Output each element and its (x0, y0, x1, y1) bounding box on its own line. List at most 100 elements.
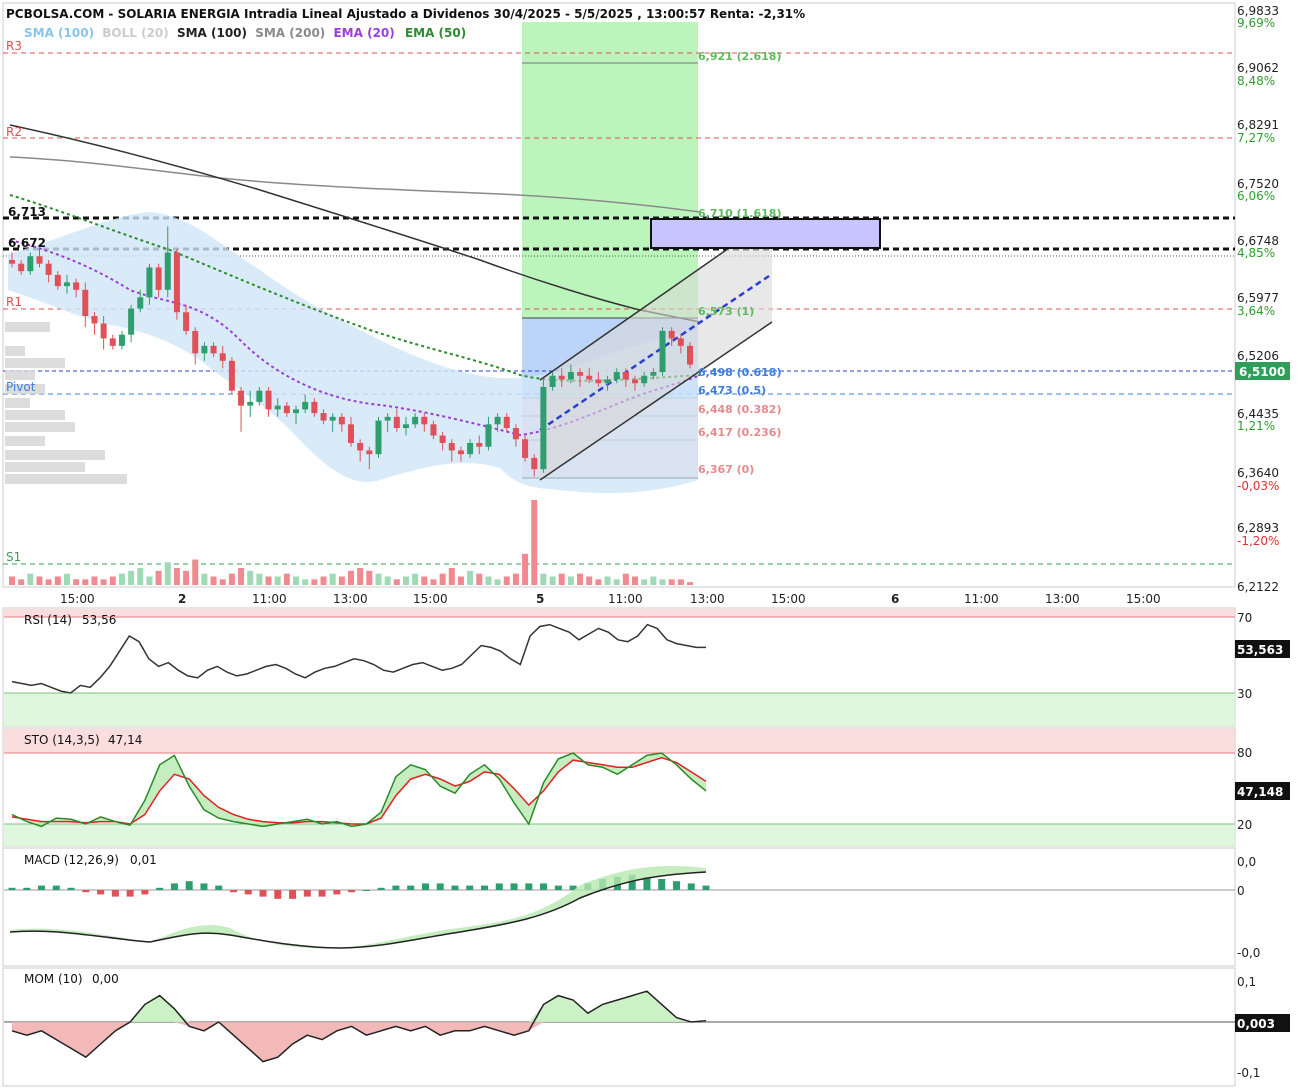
macd-histogram-bar (481, 885, 489, 890)
volume-bar (659, 579, 666, 585)
candle (91, 315, 98, 324)
price-tick: 6,2893 (1237, 521, 1279, 535)
volume-bar (512, 573, 519, 585)
macd-histogram-bar (495, 883, 503, 890)
macd-histogram-bar (141, 890, 149, 895)
volume-bar (329, 573, 336, 585)
macd-histogram-bar (156, 887, 164, 890)
legend-sma-100: SMA (100) (177, 26, 247, 40)
macd-histogram-bar (215, 885, 223, 890)
macd-histogram-bar (540, 883, 548, 890)
time-tick: 6 (891, 592, 899, 606)
volume-bar (183, 570, 190, 585)
macd-tick: -0,0 (1237, 946, 1260, 960)
volume-bar (448, 568, 455, 585)
fib-label-2618: 6,921 (2.618) (698, 50, 781, 63)
sto-tick: 20 (1237, 818, 1252, 832)
candle (677, 338, 684, 346)
volume-bar (586, 576, 593, 585)
candle (522, 439, 529, 458)
macd-histogram-bar (348, 890, 356, 893)
macd-histogram-bar (510, 883, 518, 890)
candle (659, 330, 666, 373)
candle (54, 274, 61, 287)
volume-bar (210, 576, 217, 585)
candle (402, 424, 409, 429)
volume-bar (375, 573, 382, 585)
candle (641, 375, 648, 384)
volume-bar (27, 573, 34, 585)
legend-ema-50: EMA (50) (405, 26, 466, 40)
sto-tick: 80 (1237, 746, 1252, 760)
pct-tick: 9,69% (1237, 16, 1275, 30)
candle (329, 416, 336, 421)
macd-histogram-bar (244, 890, 252, 895)
volume-bar (201, 573, 208, 585)
volume-bar (228, 573, 235, 585)
candle (503, 416, 510, 429)
candle (238, 390, 245, 406)
macd-tick: 0,0 (1237, 855, 1256, 869)
volume-bar (238, 568, 245, 585)
candle (457, 450, 464, 455)
volume-bar (485, 576, 492, 585)
rsi-panel: RSI (14) 53,56 70 30 53,563 (2, 607, 1290, 727)
pct-tick: -0,03% (1237, 479, 1279, 493)
volume-bar (9, 576, 15, 585)
volume-bar (494, 579, 501, 585)
volume-bar (531, 500, 538, 585)
time-axis: 15:00 2 11:00 13:00 15:00 5 11:00 13:00 … (60, 592, 1161, 606)
macd-histogram-bar (702, 885, 710, 890)
time-tick: 11:00 (608, 592, 643, 606)
candle (668, 330, 675, 339)
time-tick: 13:00 (1045, 592, 1080, 606)
volume-bar (595, 579, 602, 585)
candle (256, 390, 263, 402)
volume-bar (540, 573, 547, 585)
candle (384, 416, 391, 421)
price-tick: 6,8291 (1237, 118, 1279, 132)
price-tick: 6,3640 (1237, 466, 1279, 480)
macd-histogram-bar (289, 890, 297, 899)
volume-bar (45, 579, 52, 585)
candle (577, 372, 584, 376)
candle (485, 424, 492, 447)
rsi-tick: 30 (1237, 687, 1252, 701)
candle (512, 428, 519, 440)
candle (687, 345, 693, 365)
candle (128, 308, 135, 335)
mom-tag: 0,003 (1237, 1017, 1275, 1031)
candle (622, 372, 629, 380)
macd-histogram-bar (672, 881, 680, 890)
candle (247, 401, 254, 406)
volume-bar (348, 570, 354, 585)
macd-histogram-bar (466, 885, 474, 890)
level-r3: R3 (6, 39, 22, 53)
macd-histogram-bar (421, 883, 429, 890)
volume-bar (311, 579, 318, 585)
volume-bar (384, 576, 391, 585)
time-tick: 15:00 (771, 592, 806, 606)
volume-bar (412, 573, 419, 585)
candle (100, 323, 107, 339)
level-r2: R2 (6, 125, 22, 139)
pct-tick: 7,27% (1237, 131, 1275, 145)
volume-bar (283, 573, 290, 585)
candle (338, 416, 345, 425)
volume-bar (668, 579, 675, 585)
candle (567, 372, 574, 380)
sto-tag: 47,148 (1237, 785, 1283, 799)
volume-bar (641, 579, 648, 585)
candle (109, 338, 116, 346)
rsi-tick: 70 (1237, 611, 1252, 625)
sto-panel: STO (14,3,5) 47,14 80 20 47,148 (2, 727, 1290, 847)
candle (63, 282, 70, 287)
time-tick: 15:00 (413, 592, 448, 606)
candle (201, 345, 208, 354)
volume-bar (274, 576, 281, 585)
pct-tick: 1,21% (1237, 419, 1275, 433)
macd-histogram-bar (362, 890, 370, 891)
level-r1: R1 (6, 295, 22, 309)
macd-histogram-bar (687, 883, 695, 890)
macd-histogram-bar (451, 885, 459, 890)
